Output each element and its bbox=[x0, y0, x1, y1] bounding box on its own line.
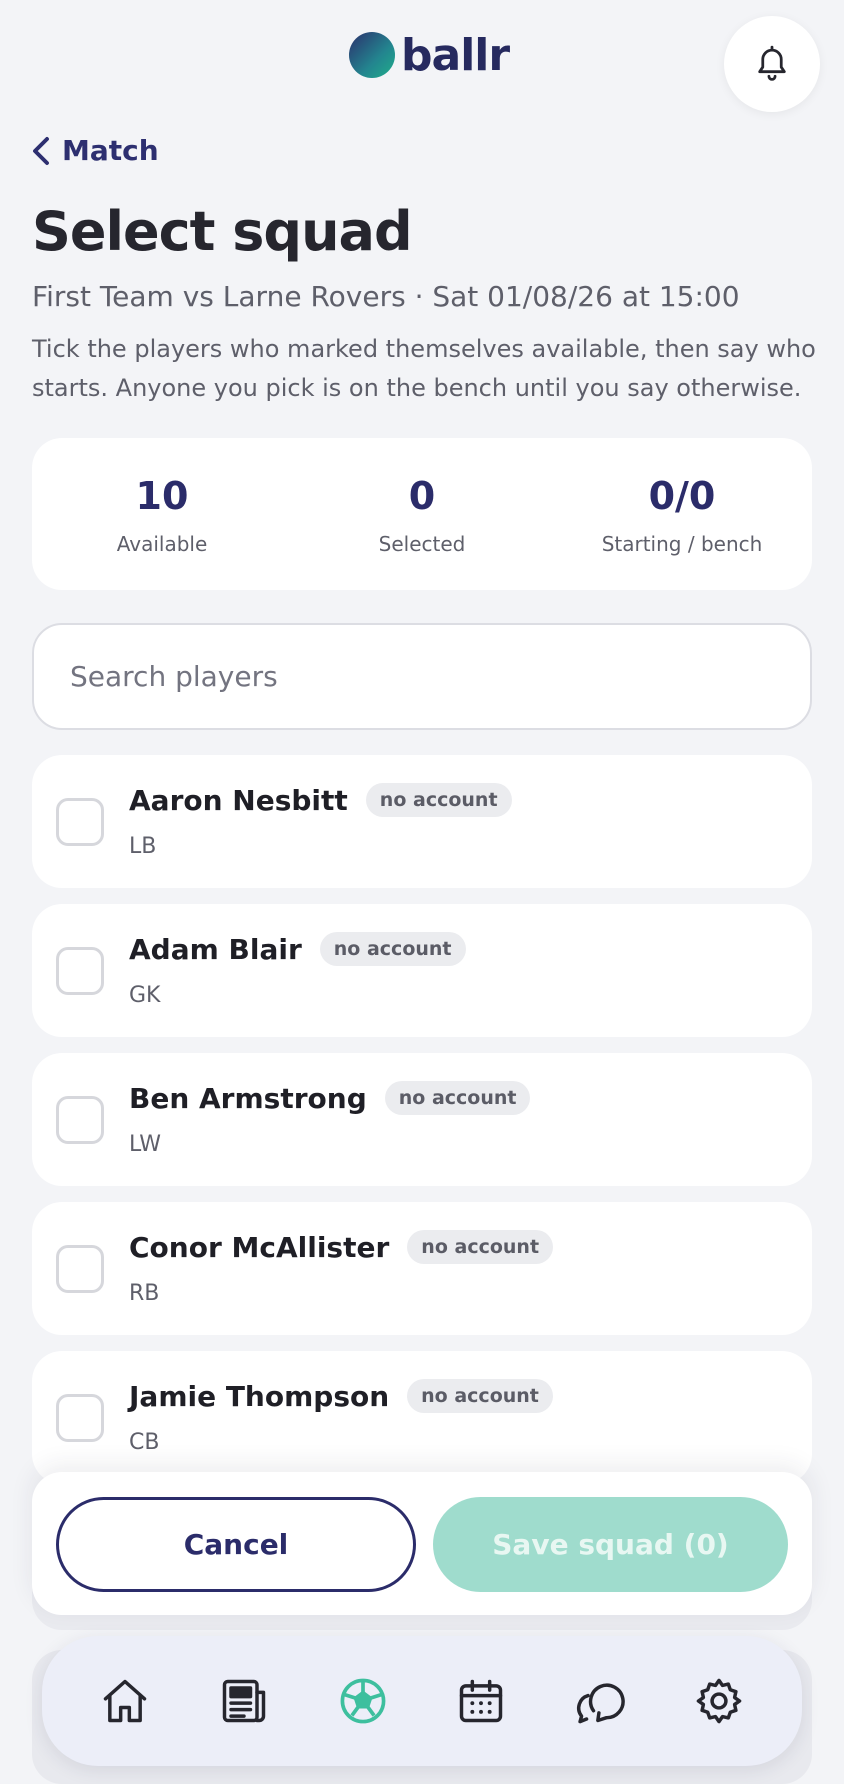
account-status-badge: no account bbox=[384, 1081, 531, 1115]
player-position: RB bbox=[129, 1281, 160, 1306]
logo-mark bbox=[349, 32, 395, 78]
back-link-label: Match bbox=[62, 134, 159, 167]
player-row[interactable]: Adam Blair no account GK bbox=[32, 904, 812, 1037]
player-list: Aaron Nesbitt no account LB Adam Blair n… bbox=[32, 755, 812, 1500]
logo-text: ballr bbox=[401, 29, 510, 81]
player-row[interactable]: Ben Armstrong no account LW bbox=[32, 1053, 812, 1186]
player-name-line: Aaron Nesbitt no account bbox=[129, 783, 512, 817]
player-position: LW bbox=[129, 1132, 161, 1157]
player-row[interactable]: Jamie Thompson no account CB bbox=[32, 1351, 812, 1484]
ballr-logo: ballr bbox=[349, 29, 510, 81]
chat-icon bbox=[576, 1683, 625, 1724]
player-name: Jamie Thompson bbox=[129, 1379, 390, 1413]
header: ballr bbox=[0, 0, 844, 120]
stat-starting-bench: 0/0 Starting / bench bbox=[552, 438, 812, 590]
account-status-badge: no account bbox=[319, 932, 466, 966]
page-title: Select squad bbox=[32, 200, 413, 263]
player-name: Aaron Nesbitt bbox=[129, 783, 348, 817]
calendar-icon bbox=[460, 1679, 503, 1723]
nav-calendar[interactable] bbox=[446, 1666, 516, 1736]
nav-chat[interactable] bbox=[565, 1666, 635, 1736]
nav-settings[interactable] bbox=[684, 1666, 754, 1736]
squad-stats-card: 10 Available 0 Selected 0/0 Starting / b… bbox=[32, 438, 812, 590]
player-name-line: Ben Armstrong no account bbox=[129, 1081, 531, 1115]
save-squad-button[interactable]: Save squad (0) bbox=[433, 1497, 788, 1592]
stat-value: 10 bbox=[135, 474, 189, 518]
nav-news[interactable] bbox=[209, 1666, 279, 1736]
account-status-badge: no account bbox=[365, 783, 512, 817]
back-to-match-link[interactable]: Match bbox=[32, 134, 159, 167]
player-checkbox[interactable] bbox=[56, 798, 104, 846]
stat-available: 10 Available bbox=[32, 438, 292, 590]
search-field bbox=[32, 623, 812, 730]
player-name: Ben Armstrong bbox=[129, 1081, 367, 1115]
player-position: GK bbox=[129, 983, 161, 1008]
player-checkbox[interactable] bbox=[56, 947, 104, 995]
stat-label: Starting / bench bbox=[601, 532, 763, 556]
stat-value: 0/0 bbox=[648, 474, 716, 518]
stat-label: Available bbox=[116, 532, 208, 556]
page-description: Tick the players who marked themselves a… bbox=[32, 335, 816, 402]
stat-label: Selected bbox=[378, 532, 466, 556]
nav-matches[interactable] bbox=[328, 1666, 398, 1736]
football-icon bbox=[340, 1678, 386, 1724]
player-name-line: Conor McAllister no account bbox=[129, 1230, 554, 1264]
player-checkbox[interactable] bbox=[56, 1245, 104, 1293]
bell-icon bbox=[758, 45, 786, 81]
player-row[interactable]: Conor McAllister no account RB bbox=[32, 1202, 812, 1335]
search-input[interactable] bbox=[34, 625, 810, 728]
stat-selected: 0 Selected bbox=[292, 438, 552, 590]
player-position: LB bbox=[129, 834, 157, 859]
player-name-line: Jamie Thompson no account bbox=[129, 1379, 553, 1413]
notifications-button[interactable] bbox=[724, 16, 820, 112]
bottom-nav bbox=[42, 1636, 802, 1766]
stat-value: 0 bbox=[408, 474, 436, 518]
account-status-badge: no account bbox=[407, 1379, 553, 1413]
player-name-line: Adam Blair no account bbox=[129, 932, 466, 966]
chevron-left-icon bbox=[33, 136, 49, 165]
action-bar: Cancel Save squad (0) bbox=[32, 1472, 812, 1615]
player-name: Adam Blair bbox=[129, 932, 302, 966]
player-checkbox[interactable] bbox=[56, 1096, 104, 1144]
player-position: CB bbox=[129, 1430, 160, 1455]
player-checkbox[interactable] bbox=[56, 1394, 104, 1442]
news-icon bbox=[222, 1679, 266, 1723]
settings-icon bbox=[696, 1678, 741, 1724]
account-status-badge: no account bbox=[407, 1230, 554, 1264]
cancel-button[interactable]: Cancel bbox=[56, 1497, 416, 1592]
home-icon bbox=[104, 1679, 147, 1723]
nav-home[interactable] bbox=[90, 1666, 160, 1736]
player-row[interactable]: Aaron Nesbitt no account LB bbox=[32, 755, 812, 888]
match-subtitle: First Team vs Larne Rovers · Sat 01/08/2… bbox=[32, 280, 740, 313]
player-name: Conor McAllister bbox=[129, 1230, 390, 1264]
